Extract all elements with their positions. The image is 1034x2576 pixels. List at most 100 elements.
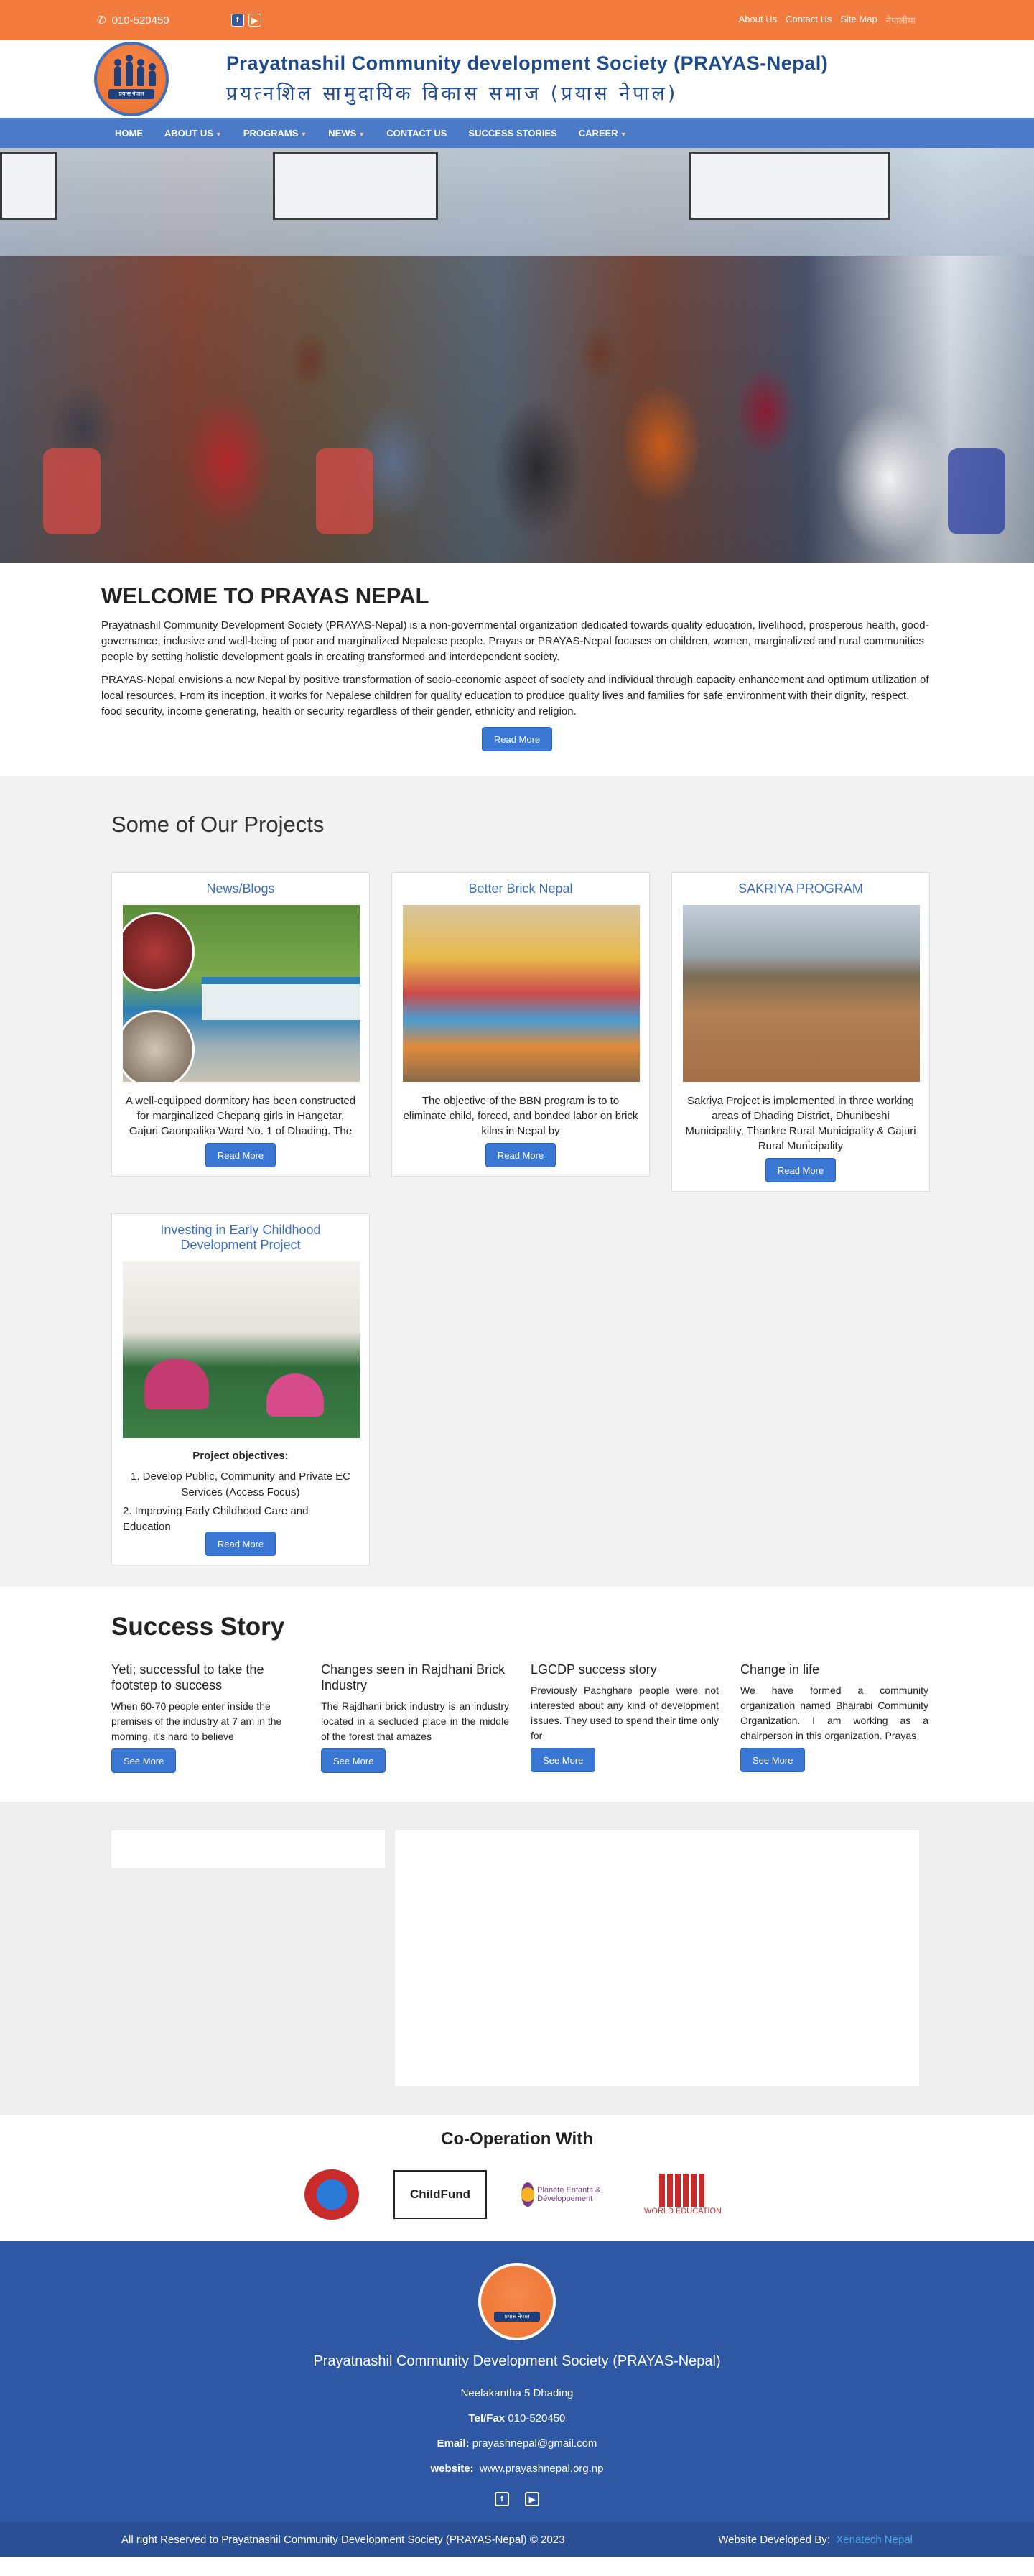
top-bar: ✆ 010-520450 f ▶ About Us Contact Us Sit… [0,0,1034,40]
hero-chair [43,448,101,534]
copyright-text: All right Reserved to Prayatnashil Commu… [121,2533,565,2546]
success-story: Change in life We have formed a communit… [740,1662,928,1773]
hero-board [273,152,438,220]
footer-org-name: Prayatnashil Community Development Socie… [313,2353,721,2369]
partner-name: Planète Enfants & Développement [537,2186,601,2203]
footer-email-value[interactable]: prayashnepal@gmail.com [472,2437,597,2450]
welcome-title: WELCOME TO PRAYAS NEPAL [101,583,429,608]
nav-career[interactable]: CAREER ▼ [568,128,638,139]
nav-programs[interactable]: PROGRAMS ▼ [233,128,317,139]
nav-news[interactable]: NEWS ▼ [317,128,376,139]
top-phone: ✆ 010-520450 [97,14,169,27]
world-education-icon [659,2174,707,2207]
nav-contact[interactable]: CONTACT US [376,128,457,139]
project-card-image[interactable] [123,905,360,1082]
footer-website-label: website: [430,2463,474,2475]
hero-chair [316,448,373,534]
footer-address: Neelakantha 5 Dhading [460,2387,574,2399]
story-text: Previously Pachghare people were not int… [531,1685,719,1741]
project-objectives-list: 1. Develop Public, Community and Private… [123,1469,358,1535]
project-card-text: A well-equipped dormitory has been const… [125,1095,356,1137]
main-nav: HOME ABOUT US ▼ PROGRAMS ▼ NEWS ▼ CONTACT U… [0,118,1034,148]
image-people [266,1373,324,1417]
facebook-icon[interactable]: f [230,14,244,27]
welcome-paragraph-2: PRAYAS-Nepal envisions a new Nepal by po… [101,674,929,718]
top-link-about[interactable]: About Us [739,14,777,27]
top-link-sitemap[interactable]: Site Map [840,14,877,27]
project-card-image[interactable] [123,1261,360,1438]
nav-about[interactable]: ABOUT US ▼ [154,128,233,139]
site-logo[interactable]: प्रयास नेपाल [94,42,169,116]
story-see-more-button[interactable]: See More [321,1748,386,1773]
partner-logo-childfund[interactable]: ChildFund [393,2170,487,2219]
hero-crowd [0,226,1034,563]
top-links: About Us Contact Us Site Map नेपालीमा [739,14,916,27]
developer-credit: Website Developed By: Xenatech Nepal [718,2534,913,2546]
hero-image [0,148,1034,563]
org-name-english: Prayatnashil Community development Socie… [226,52,829,74]
story-see-more-button[interactable]: See More [531,1748,596,1772]
hero-board [689,152,890,220]
image-people [144,1359,209,1409]
project-card: SAKRIYA PROGRAM Sakriya Project is imple… [671,872,930,1192]
welcome-read-more-button[interactable]: Read More [481,727,553,751]
youtube-icon[interactable]: ▶ [525,2492,539,2506]
facebook-icon[interactable]: f [495,2492,509,2506]
logo-text: प्रयास नेपाल [108,89,154,99]
footer-logo-text: प्रयास नेपाल [494,2312,540,2322]
media-widget-left [111,1830,385,1868]
partner-logo-world-education[interactable]: WORLD EDUCATION [636,2169,730,2220]
projects-section: Some of Our Projects News/Blogs A well-e… [0,776,1034,1587]
partner-logo-planete-enfants[interactable]: Planète Enfants & Développement [521,2169,602,2220]
partner-name: ChildFund [409,2187,471,2201]
image-inset [123,1010,195,1082]
project-card-title[interactable]: Better Brick Nepal [403,881,638,896]
project-card-image[interactable] [683,905,920,1082]
phone-icon: ✆ [97,14,106,27]
footer-tel-value: 010-520450 [508,2412,566,2424]
caret-down-icon: ▼ [358,130,365,138]
story-title: LGCDP success story [531,1662,657,1677]
logo-figure [137,59,144,86]
project-read-more-button[interactable]: Read More [205,1143,276,1167]
footer-website: website: www.prayashnepal.org.np [0,2463,1034,2475]
story-see-more-button[interactable]: See More [111,1748,177,1773]
developer-link[interactable]: Xenatech Nepal [836,2534,913,2546]
hero-chair [948,448,1005,534]
footer-tel-label: Tel/Fax [468,2412,506,2424]
story-text: We have formed a community organization … [740,1685,928,1741]
top-link-nepali[interactable]: नेपालीमा [886,14,916,27]
nav-programs-label: PROGRAMS [243,127,299,139]
project-read-more-button[interactable]: Read More [765,1158,837,1182]
project-card-title[interactable]: Investing in Early Childhood Development… [123,1223,358,1253]
story-title: Change in life [740,1662,820,1677]
partner-logo-government[interactable] [304,2169,359,2220]
welcome-paragraph-1: Prayatnashil Community Development Socie… [101,619,929,663]
cooperation-title: Co-Operation With [441,2129,593,2149]
story-text: When 60-70 people enter inside the premi… [111,1700,282,1742]
youtube-icon[interactable]: ▶ [248,14,261,27]
nav-home[interactable]: HOME [104,128,154,139]
project-read-more-button[interactable]: Read More [205,1532,276,1556]
top-link-contact[interactable]: Contact Us [786,14,832,27]
footer-website-value[interactable]: www.prayashnepal.org.np [480,2463,604,2475]
project-card-title[interactable]: SAKRIYA PROGRAM [683,881,918,896]
project-card-title[interactable]: News/Blogs [123,881,358,896]
project-read-more-button[interactable]: Read More [485,1143,556,1167]
nav-success[interactable]: SUCCESS STORIES [457,128,567,139]
top-phone-number: 010-520450 [111,14,169,27]
image-building [202,977,360,1020]
footer-email-label: Email: [437,2437,470,2450]
project-card: News/Blogs A well-equipped dormitory has… [111,872,370,1177]
logo-figure [126,55,133,86]
success-section: Success Story Yeti; successful to take t… [0,1587,1034,1802]
project-card-text: Sakriya Project is implemented in three … [685,1095,916,1152]
logo-figure [114,59,121,86]
logo-figure [149,63,156,86]
project-card: Better Brick Nepal The objective of the … [391,872,650,1177]
project-card-image[interactable] [403,905,640,1082]
footer-email: Email: prayashnepal@gmail.com [0,2437,1034,2450]
caret-down-icon: ▼ [215,130,222,138]
story-see-more-button[interactable]: See More [740,1748,806,1772]
org-name-nepali: प्रयत्नशिल सामुदायिक विकास समाज (प्रयास … [226,83,679,105]
